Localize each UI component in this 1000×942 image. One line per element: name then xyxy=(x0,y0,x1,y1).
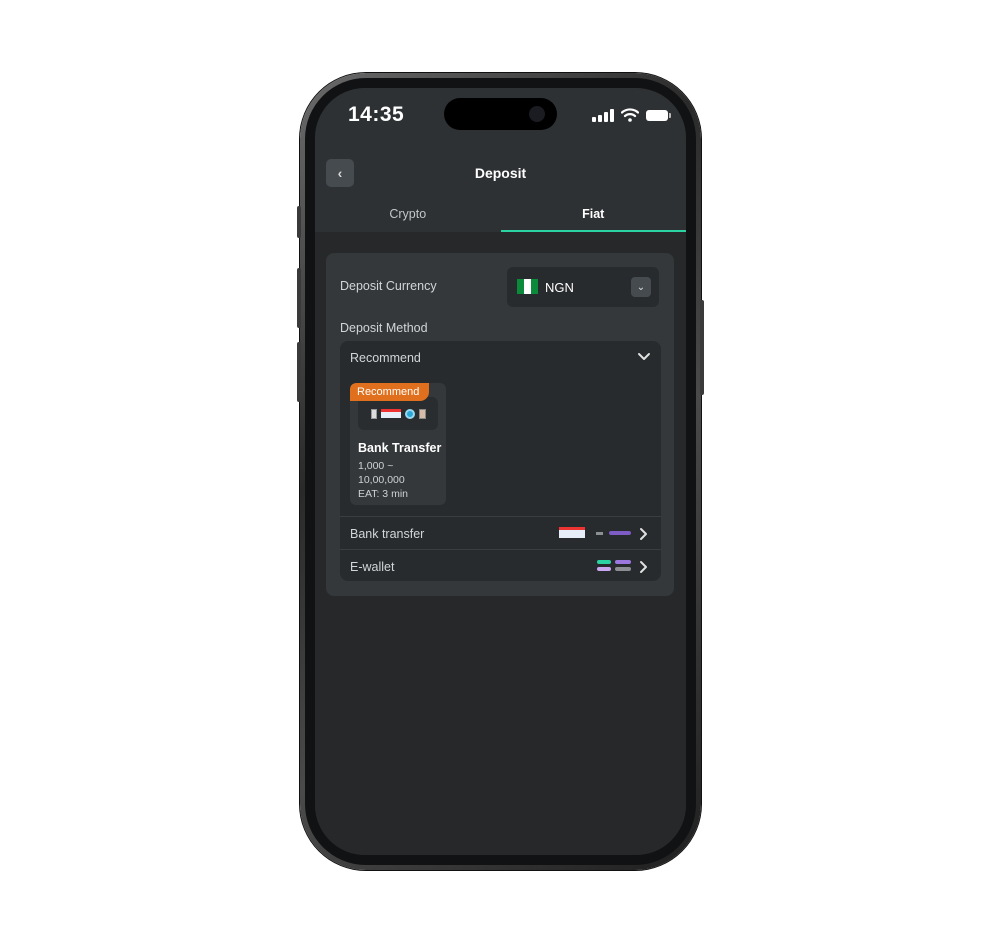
tab-fiat[interactable]: Fiat xyxy=(500,200,687,232)
wallet-logo-icon xyxy=(615,567,631,571)
chevron-right-icon xyxy=(640,561,647,573)
row-label: E-wallet xyxy=(350,560,395,574)
status-icons xyxy=(592,107,671,123)
currency-code: NGN xyxy=(545,280,574,295)
recommended-bank-transfer-card[interactable]: Recommend Bank Transfer 1,000 ~ 10,00,00… xyxy=(350,383,446,505)
chevron-right-icon xyxy=(640,528,647,540)
bank-logo-icon xyxy=(380,409,401,418)
method-eat: EAT: 3 min xyxy=(358,488,408,500)
nigeria-flag-icon xyxy=(517,279,538,294)
battery-icon xyxy=(646,109,671,121)
row-label: Bank transfer xyxy=(350,527,425,541)
palmpay-logo-icon xyxy=(609,531,631,535)
method-row-bank-transfer[interactable]: Bank transfer xyxy=(340,516,661,549)
deposit-currency-label: Deposit Currency xyxy=(340,279,437,293)
phone-screen: 14:35 ‹ Deposit Crypto Fiat Deposit Curr… xyxy=(315,88,686,855)
action-button xyxy=(297,206,301,238)
chevron-down-icon[interactable]: ⌄ xyxy=(631,277,651,297)
deposit-method-label: Deposit Method xyxy=(340,321,428,335)
tab-crypto[interactable]: Crypto xyxy=(315,200,501,232)
opay-logo-icon xyxy=(597,560,611,564)
camera-icon xyxy=(529,106,545,122)
volume-down-button xyxy=(297,342,301,402)
page-title: Deposit xyxy=(474,165,527,181)
recommend-section-title: Recommend xyxy=(350,351,421,365)
bank-logo-icon xyxy=(559,527,585,538)
status-time: 14:35 xyxy=(348,103,405,126)
wifi-icon xyxy=(621,108,639,122)
dynamic-island xyxy=(444,98,557,130)
tab-bar: Crypto Fiat xyxy=(315,200,686,232)
currency-select[interactable]: NGN ⌄ xyxy=(507,267,659,307)
bank-logo-icon xyxy=(596,532,603,535)
palmpay-logo-icon xyxy=(615,560,631,564)
method-name: Bank Transfer xyxy=(358,441,442,455)
deposit-card: Deposit Currency NGN ⌄ Deposit Method Re… xyxy=(326,253,674,596)
bank-logos xyxy=(358,397,438,430)
bank-logo-icon xyxy=(370,408,377,419)
power-button xyxy=(700,300,704,395)
recommend-badge: Recommend xyxy=(350,383,430,401)
bank-logo-icon xyxy=(418,408,426,419)
kuda-logo-icon xyxy=(597,567,611,571)
volume-up-button xyxy=(297,268,301,328)
bank-logo-icon xyxy=(404,408,415,419)
method-panel: Recommend Recommend Bank Transfer 1,000 … xyxy=(340,341,661,581)
method-row-e-wallet[interactable]: E-wallet xyxy=(340,549,661,582)
chevron-down-icon[interactable] xyxy=(637,350,651,364)
method-range: 1,000 ~ 10,00,000 xyxy=(358,460,405,486)
cellular-signal-icon xyxy=(592,108,614,122)
